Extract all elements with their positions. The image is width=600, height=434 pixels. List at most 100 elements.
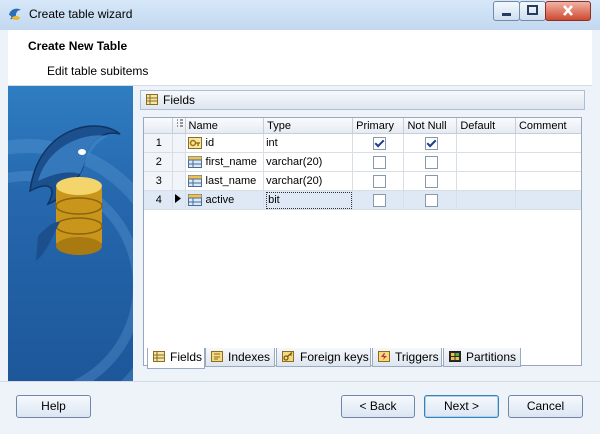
column-header-type[interactable]: Type [263,118,354,134]
type-editor[interactable]: bit [266,191,353,209]
column-header-name[interactable]: Name [185,118,265,134]
primary-cell[interactable] [352,171,405,191]
row-indicator [172,171,186,191]
tab-label: Indexes [228,350,271,364]
maximize-button[interactable] [519,1,546,21]
fields-table: Name Type Primary Not Null Default Comme… [144,118,581,210]
not-null-cell[interactable] [403,152,458,172]
field-icon [187,156,202,169]
close-icon [563,5,573,16]
tab-triggers[interactable]: Triggers [372,348,442,367]
cancel-button[interactable]: Cancel [508,395,583,418]
page-subtitle: Edit table subitems [47,64,149,78]
tab-label: Fields [170,350,203,364]
next-button[interactable]: Next > [424,395,499,418]
not-null-checkbox[interactable] [424,193,438,207]
primary-cell[interactable] [352,190,405,210]
row-number: 4 [144,190,173,210]
wizard-content: Fields Name Type Primary Not Null Defaul… [133,86,592,381]
minimize-icon [502,13,511,16]
field-name: first_name [205,155,257,168]
not-null-cell[interactable] [403,171,458,191]
table-row-selected[interactable]: 4 active bit [144,190,581,210]
close-window-button[interactable] [545,1,591,21]
fields-grid[interactable]: Name Type Primary Not Null Default Comme… [143,117,582,366]
tab-partitions[interactable]: Partitions [443,348,521,367]
field-icon [187,175,202,188]
help-button[interactable]: Help [16,395,91,418]
wizard-footer: Help < Back Next > Cancel [0,381,600,434]
wizard-window: Create table wizard Create New Table Edi… [0,0,600,434]
primary-checkbox[interactable] [372,193,386,207]
default-cell[interactable] [456,133,516,153]
indicator-header[interactable] [172,118,186,134]
primary-checkbox[interactable] [372,155,386,169]
maximize-icon [527,5,538,15]
subitem-tabs: Fields Indexes Foreign keys Triggers Par… [143,348,580,369]
comment-cell[interactable] [515,133,581,153]
comment-cell[interactable] [515,171,581,191]
not-null-cell[interactable] [403,133,458,153]
row-number: 2 [144,152,173,172]
default-cell[interactable] [456,190,516,210]
table-row[interactable]: 3 last_name varchar(20) [144,171,581,191]
row-indicator [172,133,186,153]
field-type-cell[interactable]: bit [263,190,354,210]
foreign-key-icon [282,351,294,362]
column-chooser-icon [176,119,183,127]
row-number-header [144,118,173,134]
default-cell[interactable] [456,152,516,172]
column-header-primary[interactable]: Primary [352,118,405,134]
partitions-icon [449,351,461,362]
field-name: last_name [205,174,257,187]
tab-label: Foreign keys [300,350,369,364]
field-name-cell[interactable]: id [185,133,265,153]
key-field-icon [187,137,202,150]
indexes-icon [211,351,223,362]
field-name-cell[interactable]: active [185,190,265,210]
primary-cell[interactable] [352,133,405,153]
primary-cell[interactable] [352,152,405,172]
table-row[interactable]: 1 id int [144,133,581,153]
field-type-cell[interactable]: varchar(20) [263,171,354,191]
back-button[interactable]: < Back [341,395,415,418]
row-number: 3 [144,171,173,191]
field-icon [187,194,202,207]
default-cell[interactable] [456,171,516,191]
tab-label: Triggers [395,350,439,364]
field-name-cell[interactable]: last_name [185,171,265,191]
page-title: Create New Table [28,39,128,53]
minimize-button[interactable] [493,1,520,21]
field-type-cell[interactable]: varchar(20) [263,152,354,172]
tab-label: Partitions [466,350,517,364]
not-null-checkbox[interactable] [424,155,438,169]
grid-header-row: Name Type Primary Not Null Default Comme… [144,118,581,134]
not-null-checkbox[interactable] [424,136,438,150]
triggers-icon [378,351,390,362]
fields-panel-header: Fields [140,90,585,110]
primary-checkbox[interactable] [372,174,386,188]
primary-checkbox[interactable] [372,136,386,150]
table-row[interactable]: 2 first_name varchar(20) [144,152,581,172]
field-name: id [205,136,215,149]
window-title: Create table wizard [29,7,133,21]
row-number: 1 [144,133,173,153]
column-header-default[interactable]: Default [456,118,516,134]
app-dolphin-icon [9,8,21,20]
field-name-cell[interactable]: first_name [185,152,265,172]
field-type-cell[interactable]: int [263,133,354,153]
tab-foreign-keys[interactable]: Foreign keys [276,348,371,367]
title-bar[interactable]: Create table wizard [0,0,600,30]
comment-cell[interactable] [515,152,581,172]
tab-fields[interactable]: Fields [147,348,205,369]
not-null-checkbox[interactable] [424,174,438,188]
field-name: active [205,193,235,206]
not-null-cell[interactable] [403,190,458,210]
fields-tab-icon [153,351,165,362]
comment-cell[interactable] [515,190,581,210]
column-header-not-null[interactable]: Not Null [403,118,458,134]
row-indicator [172,190,186,210]
column-header-comment[interactable]: Comment [515,118,581,134]
tab-indexes[interactable]: Indexes [205,348,275,367]
wizard-side-banner [8,86,133,381]
